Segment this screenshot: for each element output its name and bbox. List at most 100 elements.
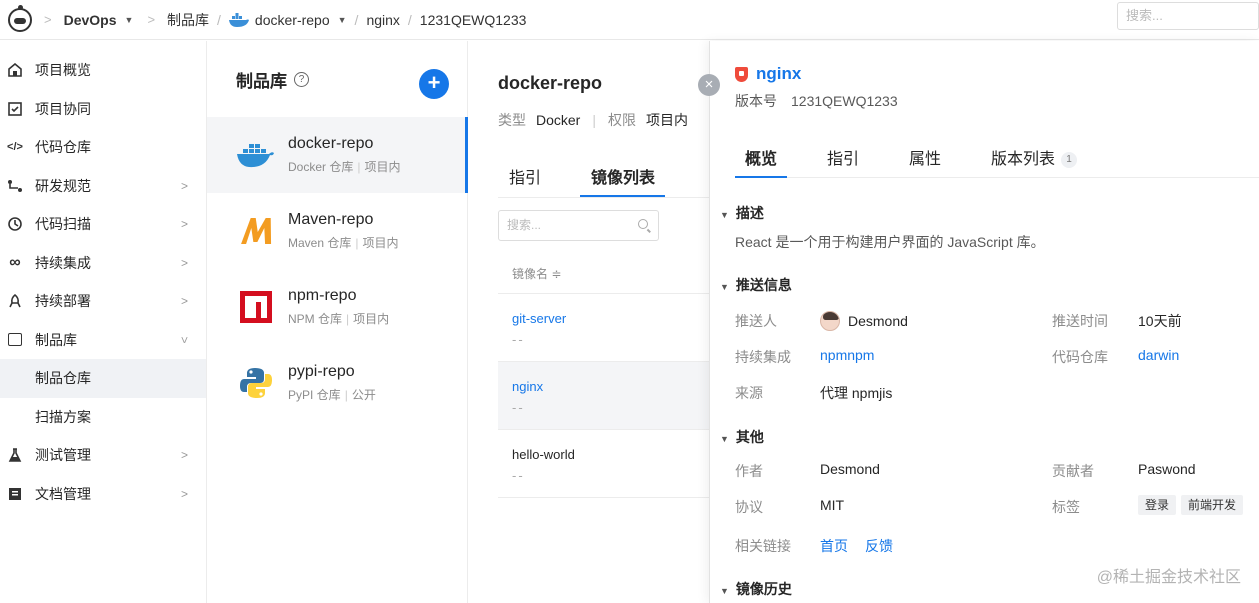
caret-down-icon: ▼ xyxy=(720,210,729,220)
sidebar-item-overview[interactable]: 项目概览 xyxy=(0,51,206,90)
sidebar-item-standards[interactable]: 研发规范 > xyxy=(0,167,206,206)
meta-divider: | xyxy=(346,312,350,326)
author-value: Desmond xyxy=(820,461,880,477)
tags-label: 标签 xyxy=(1052,499,1080,515)
repo-item-npm[interactable]: npm-repo NPM 仓库 | 项目内 xyxy=(207,269,467,345)
chevron-right-icon: > xyxy=(180,255,188,270)
sidebar-item-docs[interactable]: 文档管理 > xyxy=(0,475,206,514)
tab-image-list[interactable]: 镜像列表 xyxy=(591,164,655,188)
homepage-link[interactable]: 首页 xyxy=(820,536,848,556)
version-info: 版本号 1231QEWQ1233 xyxy=(735,91,898,111)
org-switcher[interactable]: DevOps ▼ xyxy=(64,12,134,28)
table-row[interactable]: nginx -- xyxy=(498,362,709,430)
image-sub: -- xyxy=(512,400,525,415)
sidebar-item-label: 测试管理 xyxy=(35,447,91,464)
repo-item-pypi[interactable]: pypi-repo PyPI 仓库 | 公开 xyxy=(207,345,467,421)
tag[interactable]: 前端开发 xyxy=(1181,495,1244,515)
sidebar-item-label: 制品仓库 xyxy=(35,370,91,387)
table-row[interactable]: git-server -- xyxy=(498,294,709,362)
breadcrumb-repo-label: docker-repo xyxy=(254,11,330,28)
repo-list-panel: 制品库 ? + docker-repo Docker 仓库 | 项目内 Maven-… xyxy=(207,41,468,603)
repo-name: docker-repo xyxy=(288,135,374,152)
sidebar-item-cd[interactable]: 持续部署 > xyxy=(0,282,206,321)
section-image-history[interactable]: ▼ 镜像历史 xyxy=(720,579,792,599)
ci-link[interactable]: npmnpm xyxy=(820,347,874,363)
type-label: 类型 xyxy=(498,112,526,128)
top-bar: > DevOps ▼ > 制品库 / docker-repo ▼ / nginx /… xyxy=(0,0,1259,40)
repo-item-docker[interactable]: docker-repo Docker 仓库 | 项目内 xyxy=(207,117,468,193)
sidebar-item-code[interactable]: </> 代码仓库 xyxy=(0,128,206,167)
meta-divider: | xyxy=(357,160,361,174)
image-name[interactable]: hello-world xyxy=(512,447,709,462)
breadcrumb-image[interactable]: nginx xyxy=(366,12,399,28)
active-tab-indicator xyxy=(735,176,787,178)
breadcrumb-artifacts[interactable]: 制品库 xyxy=(167,10,209,30)
author-label: 作者 xyxy=(735,463,763,479)
sidebar-item-label: 制品库 xyxy=(35,331,77,348)
docker-icon xyxy=(228,12,249,27)
sidebar-item-testing[interactable]: 测试管理 > xyxy=(0,436,206,475)
sidebar-item-label: 项目协同 xyxy=(35,100,91,117)
description-text: React 是一个用于构建用户界面的 JavaScript 库。 xyxy=(735,234,1045,250)
repo-item-maven[interactable]: Maven-repo Maven 仓库 | 项目内 xyxy=(207,193,467,269)
sidebar-item-artifact-repos[interactable]: 制品仓库 xyxy=(0,359,206,398)
sidebar-item-label: 文档管理 xyxy=(35,485,91,502)
section-push-info[interactable]: ▼ 推送信息 xyxy=(720,275,792,295)
add-repo-button[interactable]: + xyxy=(419,69,449,99)
devops-logo-icon[interactable] xyxy=(8,4,32,32)
code-repo-label: 代码仓库 xyxy=(1052,349,1108,365)
chevron-right-icon: > xyxy=(44,12,52,27)
license-value: MIT xyxy=(820,497,845,513)
pusher-value: Desmond xyxy=(820,311,908,331)
caret-down-icon: ▼ xyxy=(337,14,347,25)
version-label: 版本号 xyxy=(735,93,777,109)
sidebar-item-scan[interactable]: 代码扫描 > xyxy=(0,205,206,244)
sidebar-item-scan-plans[interactable]: 扫描方案 xyxy=(0,398,206,437)
tab-guide[interactable]: 指引 xyxy=(509,164,541,188)
repo-name: pypi-repo xyxy=(288,363,355,380)
caret-down-icon: ▼ xyxy=(720,282,729,292)
global-search-input[interactable]: 搜索... xyxy=(1117,2,1259,30)
search-placeholder: 搜索... xyxy=(507,218,542,232)
table-row[interactable]: hello-world -- xyxy=(498,430,709,498)
repo-name: npm-repo xyxy=(288,287,357,304)
chevron-right-icon: > xyxy=(147,12,156,27)
repo-scope: 公开 xyxy=(351,388,376,402)
tab-guide[interactable]: 指引 xyxy=(827,145,859,169)
code-repo-link[interactable]: darwin xyxy=(1138,347,1179,363)
image-name-link[interactable]: git-server xyxy=(512,311,709,326)
tab-properties[interactable]: 属性 xyxy=(909,145,941,169)
chevron-right-icon: > xyxy=(180,448,188,463)
tab-version-list[interactable]: 版本列表 1 xyxy=(991,145,1078,169)
repo-type: Docker 仓库 xyxy=(288,160,354,174)
page-title: 制品库 xyxy=(236,71,287,91)
repo-tabs: 指引 镜像列表 xyxy=(498,156,709,198)
image-name-link[interactable]: nginx xyxy=(512,379,709,394)
sidebar-item-label: 项目概览 xyxy=(35,62,91,79)
tab-overview[interactable]: 概览 xyxy=(745,145,777,169)
feedback-link[interactable]: 反馈 xyxy=(865,536,893,556)
image-search-input[interactable]: 搜索... xyxy=(498,210,659,241)
image-name-column-header[interactable]: 镜像名 ≑ xyxy=(498,257,709,294)
breadcrumb-repo[interactable]: docker-repo ▼ xyxy=(228,11,347,28)
section-other[interactable]: ▼ 其他 xyxy=(720,427,764,447)
shield-icon xyxy=(735,66,748,82)
close-drawer-button[interactable]: × xyxy=(698,74,720,96)
source-value: 代理 npmjis xyxy=(820,385,893,401)
tag[interactable]: 登录 xyxy=(1138,495,1177,515)
flask-icon xyxy=(6,447,24,463)
repo-type: NPM 仓库 xyxy=(288,312,343,326)
push-time-label: 推送时间 xyxy=(1052,313,1108,329)
section-description[interactable]: ▼ 描述 xyxy=(720,203,764,223)
help-icon[interactable]: ? xyxy=(294,71,309,87)
breadcrumb-version[interactable]: 1231QEWQ1233 xyxy=(420,12,527,28)
sidebar-item-collab[interactable]: 项目协同 xyxy=(0,90,206,129)
doc-icon xyxy=(6,486,24,502)
sidebar-item-ci[interactable]: ∞ 持续集成 > xyxy=(0,244,206,283)
repo-scope: 项目内 xyxy=(364,160,401,174)
permission-label: 权限 xyxy=(608,112,636,128)
contributor-value: Paswond xyxy=(1138,461,1196,477)
ci-label: 持续集成 xyxy=(735,349,791,365)
sidebar-item-label: 持续集成 xyxy=(35,254,91,271)
sidebar-item-artifacts[interactable]: 制品库 > xyxy=(0,321,206,360)
